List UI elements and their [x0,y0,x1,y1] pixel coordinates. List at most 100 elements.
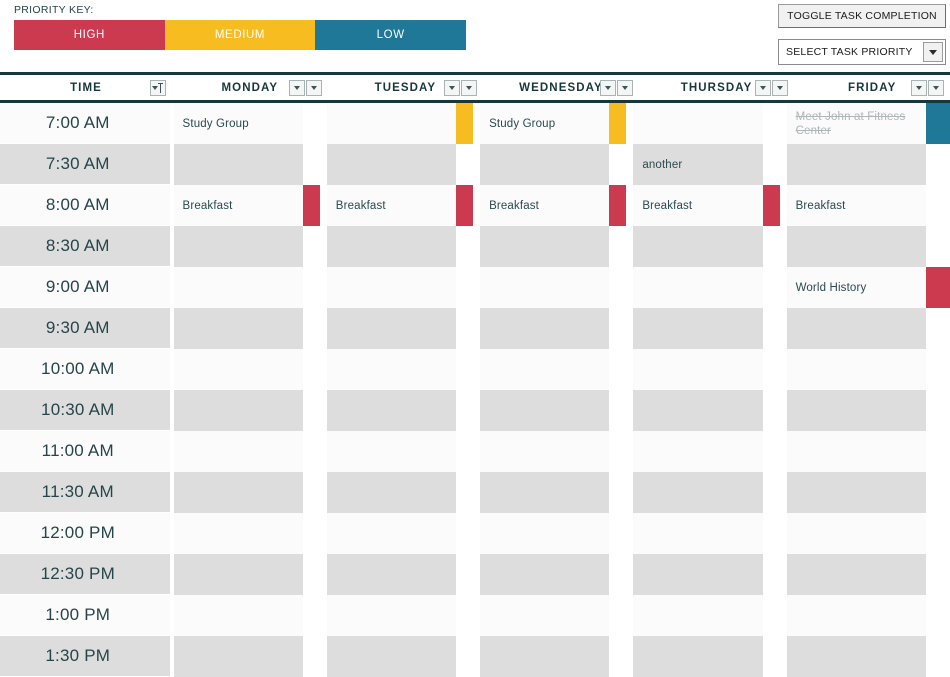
task-cell[interactable] [480,226,609,267]
task-cell[interactable] [327,390,456,431]
task-cell[interactable] [787,144,926,185]
chevron-down-icon[interactable] [923,42,943,62]
task-cell[interactable] [633,472,762,513]
priority-bar-none [303,349,320,390]
task-cell[interactable] [327,267,456,308]
task-cell[interactable] [787,308,926,349]
task-cell[interactable] [787,472,926,513]
chevron-down-icon[interactable] [461,80,477,96]
task-cell[interactable]: Study Group [480,103,609,144]
task-cell[interactable] [174,226,303,267]
day-column-slot [323,390,476,431]
task-cell[interactable] [633,267,762,308]
task-cell[interactable]: Study Group [174,103,303,144]
task-cell[interactable] [327,595,456,636]
chevron-down-icon[interactable] [617,80,633,96]
task-cell[interactable] [480,390,609,431]
priority-bar-none [926,226,950,267]
task-cell[interactable] [787,349,926,390]
task-cell[interactable] [174,554,303,595]
chevron-down-icon[interactable] [289,80,305,96]
task-cell[interactable] [327,431,456,472]
day-column-slot [323,349,476,390]
chevron-down-icon[interactable] [772,80,788,96]
task-cell[interactable] [633,103,762,144]
column-header-friday: FRIDAY [794,75,950,100]
toggle-task-completion-button[interactable]: TOGGLE TASK COMPLETION [778,4,946,28]
task-cell[interactable] [327,554,456,595]
task-cell[interactable] [327,636,456,677]
task-cell[interactable] [174,636,303,677]
task-cell[interactable] [327,513,456,554]
task-cell[interactable] [174,472,303,513]
task-cell[interactable] [480,636,609,677]
task-cell[interactable] [174,431,303,472]
chevron-down-icon[interactable] [755,80,771,96]
priority-bar-none [926,554,950,595]
task-cell[interactable] [633,636,762,677]
task-cell[interactable] [480,267,609,308]
day-column-slot [783,595,950,636]
task-cell[interactable]: another [633,144,762,185]
day-column-slot [783,144,950,185]
sort-filter-icon[interactable] [150,80,166,96]
task-cell[interactable] [480,595,609,636]
task-cell[interactable] [633,349,762,390]
time-label: 7:00 AM [0,103,170,144]
day-column-slot: Breakfast [476,185,629,226]
task-cell[interactable] [480,472,609,513]
select-task-priority-dropdown[interactable]: SELECT TASK PRIORITY [778,39,946,65]
task-cell[interactable] [480,308,609,349]
chevron-down-icon[interactable] [306,80,322,96]
task-cell[interactable] [327,308,456,349]
task-cell[interactable] [480,144,609,185]
task-cell[interactable] [327,472,456,513]
task-cell[interactable] [633,595,762,636]
task-cell[interactable] [327,226,456,267]
priority-bar-none [926,431,950,472]
task-cell[interactable] [174,595,303,636]
task-cell[interactable] [174,349,303,390]
task-cell[interactable] [174,308,303,349]
task-cell[interactable] [174,144,303,185]
chevron-down-icon[interactable] [600,80,616,96]
task-cell[interactable]: World History [787,267,926,308]
task-cell[interactable] [174,267,303,308]
chevron-down-icon[interactable] [928,80,944,96]
task-cell[interactable] [787,595,926,636]
priority-bar-none [926,308,950,349]
task-cell[interactable]: Breakfast [787,185,926,226]
chevron-down-icon[interactable] [444,80,460,96]
task-cell[interactable]: Breakfast [480,185,609,226]
task-cell[interactable] [787,390,926,431]
task-cell[interactable] [633,431,762,472]
day-column-slot [629,636,782,677]
task-cell[interactable]: Meet John at Fitness Center [787,103,926,144]
task-cell[interactable] [174,513,303,554]
task-cell[interactable] [787,636,926,677]
task-cell[interactable] [174,390,303,431]
task-cell[interactable] [633,308,762,349]
task-cell[interactable] [480,554,609,595]
task-cell[interactable] [480,431,609,472]
task-cell[interactable] [787,513,926,554]
task-cell[interactable]: Breakfast [327,185,456,226]
task-cell[interactable]: Breakfast [633,185,762,226]
task-cell[interactable] [633,513,762,554]
task-cell[interactable] [787,226,926,267]
task-cell[interactable] [633,554,762,595]
task-cell[interactable] [327,144,456,185]
priority-bar-none [303,554,320,595]
task-cell[interactable]: Breakfast [174,185,303,226]
task-cell[interactable] [327,103,456,144]
chevron-down-icon[interactable] [911,80,927,96]
task-cell[interactable] [480,349,609,390]
task-cell[interactable] [327,349,456,390]
task-cell[interactable] [787,554,926,595]
task-cell[interactable] [633,390,762,431]
task-cell[interactable] [787,431,926,472]
task-cell[interactable] [633,226,762,267]
task-cell[interactable] [480,513,609,554]
toolbar-area: PRIORITY KEY: HIGHMEDIUMLOW TOGGLE TASK … [0,0,950,72]
day-column-slot [323,144,476,185]
